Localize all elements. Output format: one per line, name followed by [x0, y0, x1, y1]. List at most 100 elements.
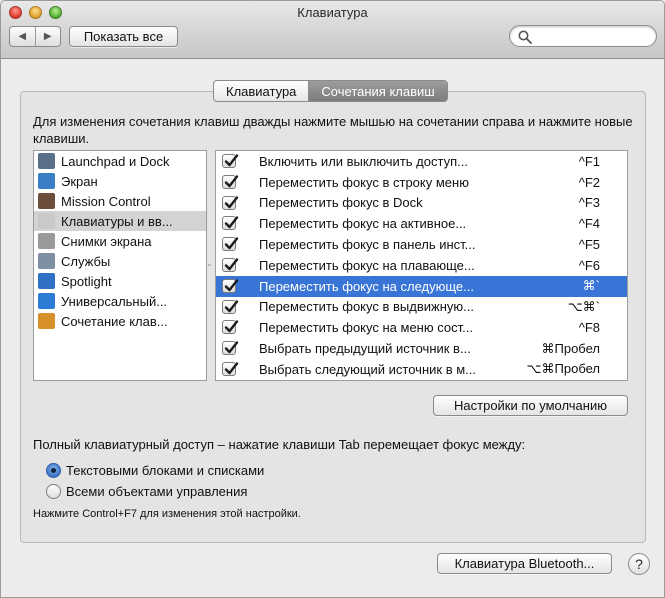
show-all-button[interactable]: Показать все — [69, 26, 178, 47]
category-label: Клавиатуры и вв... — [61, 213, 173, 229]
category-label: Launchpad и Dock — [61, 153, 170, 169]
category-item[interactable]: Экран — [34, 171, 206, 191]
spotlight-icon — [38, 273, 55, 289]
shortcut-row[interactable]: Переместить фокус в строку меню ^F2 — [216, 172, 627, 193]
shortcut-label: Переместить фокус на следующе... — [259, 278, 474, 294]
help-icon: ? — [635, 556, 643, 572]
preferences-window: Клавиатура ◀ ▶ Показать все Клавиатура С… — [0, 0, 665, 598]
category-label: Сочетание клав... — [61, 313, 168, 329]
category-label: Mission Control — [61, 193, 151, 209]
shortcut-row[interactable]: Включить или выключить доступ... ^F1 — [216, 151, 627, 172]
checkmark-icon — [224, 175, 239, 187]
category-label: Spotlight — [61, 273, 112, 289]
category-item[interactable]: Снимки экрана — [34, 231, 206, 251]
shortcut-key[interactable]: ⌥⌘Пробел — [527, 361, 600, 377]
shortcut-label: Выбрать следующий источник в м... — [259, 361, 476, 377]
shortcut-row[interactable]: Выбрать предыдущий источник в... ⌘Пробел — [216, 338, 627, 359]
category-item[interactable]: Mission Control — [34, 191, 206, 211]
shortcut-row[interactable]: Переместить фокус в Dock ^F3 — [216, 193, 627, 214]
shortcut-list: Включить или выключить доступ... ^F1 Перем… — [215, 150, 628, 381]
category-list: Launchpad и Dock Экран Mission Control Клав… — [33, 150, 207, 381]
category-item[interactable]: Клавиатуры и вв... — [34, 211, 206, 231]
keyboard-icon — [38, 213, 55, 229]
shortcut-checkbox[interactable] — [222, 299, 239, 314]
shortcut-row[interactable]: Переместить фокус на следующе... ⌘` — [216, 275, 627, 297]
checkmark-icon — [224, 299, 239, 312]
checkmark-icon — [224, 362, 239, 375]
shortcut-checkbox[interactable] — [222, 361, 239, 376]
category-item[interactable]: Сочетание клав... — [34, 311, 206, 331]
shortcut-label: Включить или выключить доступ... — [259, 153, 468, 169]
shortcut-label: Переместить фокус на меню сост... — [259, 320, 473, 336]
checkmark-icon — [224, 216, 239, 229]
window-title: Клавиатура — [297, 5, 368, 20]
shortcut-label: Переместить фокус на плавающе... — [259, 257, 475, 273]
shortcut-checkbox[interactable] — [222, 154, 239, 168]
display-icon — [38, 173, 55, 189]
radio-text-boxes[interactable]: Текстовыми блоками и списками — [46, 461, 264, 479]
shortcut-key[interactable]: ^F8 — [579, 320, 600, 335]
radio-label: Всеми объектами управления — [66, 483, 248, 499]
tab-keyboard[interactable]: Клавиатура — [214, 81, 308, 101]
hint-text: Нажмите Control+F7 для изменения этой на… — [33, 508, 301, 520]
shortcut-row[interactable]: Выбрать следующий источник в м... ⌥⌘Пробе… — [216, 359, 627, 380]
bluetooth-keyboard-button[interactable]: Клавиатура Bluetooth... — [437, 553, 612, 574]
shortcut-checkbox[interactable] — [222, 257, 239, 272]
shortcut-label: Переместить фокус в Dock — [259, 195, 423, 211]
search-icon — [518, 30, 532, 44]
accessibility-icon — [38, 293, 55, 309]
screenshot-icon — [38, 233, 55, 249]
shortcut-checkbox[interactable] — [222, 320, 239, 335]
shortcut-row[interactable]: Переместить фокус на меню сост... ^F8 — [216, 317, 627, 338]
shortcut-row[interactable]: Переместить фокус в выдвижную... ⌥⌘` — [216, 297, 627, 318]
splitter-handle-icon[interactable]: ⌃ — [206, 263, 213, 272]
mission-control-icon — [38, 193, 55, 209]
instructions-text: Для изменения сочетания клавиш дважды на… — [33, 114, 633, 146]
shortcut-key[interactable]: ^F3 — [579, 195, 600, 210]
forward-arrow-icon: ▶ — [43, 31, 52, 42]
forward-button[interactable]: ▶ — [34, 27, 61, 46]
shortcut-checkbox[interactable] — [222, 341, 239, 356]
checkmark-icon — [224, 237, 239, 250]
category-item[interactable]: Launchpad и Dock — [34, 151, 206, 171]
checkmark-icon — [224, 258, 239, 271]
back-button[interactable]: ◀ — [10, 27, 35, 46]
radio-label: Текстовыми блоками и списками — [66, 462, 265, 478]
shortcut-key[interactable]: ⌘Пробел — [542, 341, 601, 357]
shortcut-key[interactable]: ^F2 — [579, 175, 600, 190]
shortcut-label: Переместить фокус в строку меню — [259, 174, 469, 190]
shortcut-key[interactable]: ^F5 — [579, 237, 600, 252]
shortcut-label: Переместить фокус на активное... — [259, 216, 467, 232]
shortcut-label: Переместить фокус в выдвижную... — [259, 299, 474, 315]
nav-segmented-control: ◀ ▶ — [9, 26, 61, 47]
shortcut-key[interactable]: ⌘` — [583, 278, 600, 294]
restore-defaults-button[interactable]: Настройки по умолчанию — [433, 395, 628, 416]
category-item[interactable]: Spotlight — [34, 271, 206, 291]
category-label: Универсальный... — [61, 293, 168, 309]
category-item[interactable]: Универсальный... — [34, 291, 206, 311]
radio-all-controls[interactable]: Всеми объектами управления — [46, 482, 247, 500]
full-keyboard-access-label: Полный клавиатурный доступ – нажатие кла… — [33, 437, 526, 452]
shortcut-key[interactable]: ^F4 — [579, 216, 600, 231]
search-field[interactable] — [509, 25, 657, 47]
shortcut-checkbox[interactable] — [222, 195, 239, 210]
category-label: Снимки экрана — [61, 233, 152, 249]
shortcut-key[interactable]: ^F6 — [579, 258, 600, 273]
radio-button-selected[interactable] — [46, 462, 61, 478]
checkmark-icon — [224, 279, 239, 291]
radio-button[interactable] — [46, 483, 61, 499]
category-item[interactable]: Службы — [34, 251, 206, 271]
shortcut-checkbox[interactable] — [222, 216, 239, 231]
shortcut-checkbox[interactable] — [222, 278, 239, 293]
tab-shortcuts[interactable]: Сочетания клавиш — [308, 81, 447, 101]
shortcut-row[interactable]: Переместить фокус в панель инст... ^F5 — [216, 234, 627, 255]
help-button[interactable]: ? — [628, 553, 650, 575]
shortcut-checkbox[interactable] — [222, 237, 239, 252]
title-bar: Клавиатура ◀ ▶ Показать все — [1, 1, 664, 59]
shortcut-checkbox[interactable] — [222, 174, 239, 189]
shortcut-row[interactable]: Переместить фокус на плавающе... ^F6 — [216, 255, 627, 276]
shortcut-key[interactable]: ⌥⌘` — [568, 299, 600, 315]
shortcut-key[interactable]: ^F1 — [579, 154, 600, 169]
shortcut-row[interactable]: Переместить фокус на активное... ^F4 — [216, 213, 627, 234]
checkmark-icon — [224, 320, 239, 333]
